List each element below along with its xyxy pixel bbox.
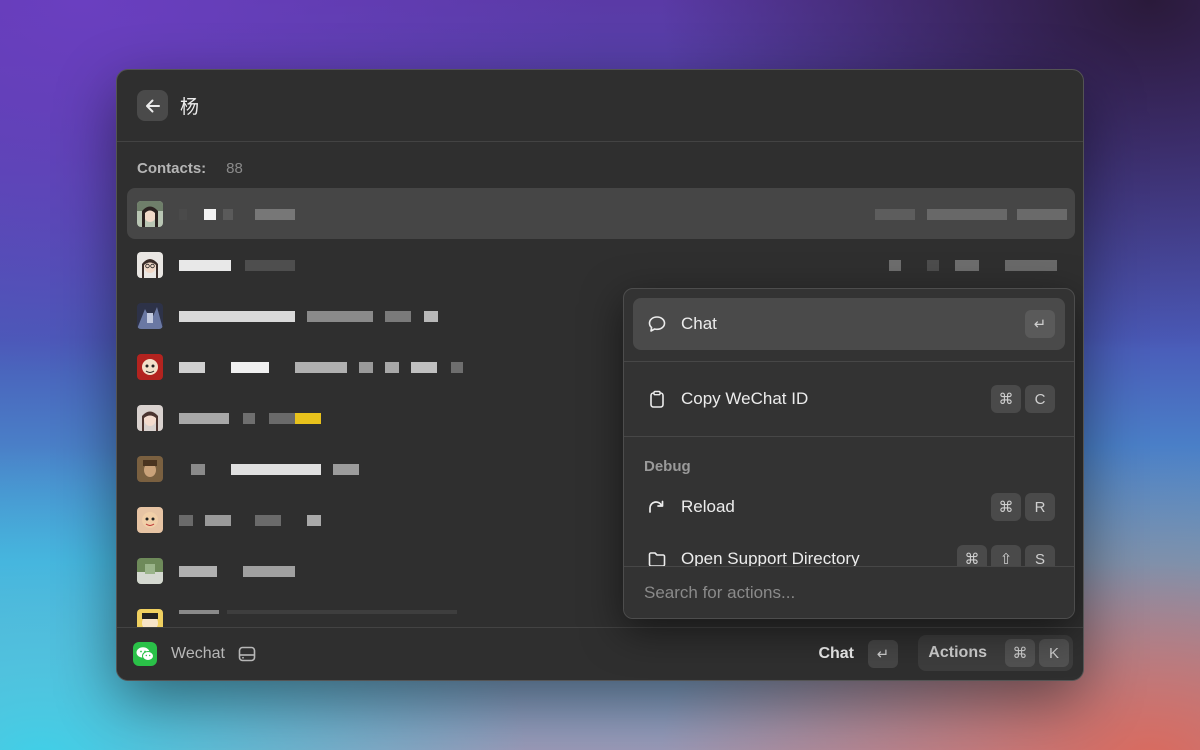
search-query[interactable]: 杨 xyxy=(180,92,199,119)
pixelated-name xyxy=(179,260,231,271)
shortcut-keys: ↵ xyxy=(1025,310,1055,338)
avatar xyxy=(137,455,163,482)
avatar xyxy=(137,251,163,278)
return-key-badge: ↵ xyxy=(868,640,898,668)
pixelated-name xyxy=(204,209,216,220)
pixelated-name xyxy=(179,362,205,373)
shortcut-keys: ⌘ R xyxy=(991,493,1055,521)
action-panel: Chat ↵ Copy WeChat ID ⌘ C Debug Reload ⌘… xyxy=(623,288,1075,619)
arrow-left-icon xyxy=(145,99,160,112)
action-reload[interactable]: Reload ⌘ R xyxy=(633,481,1065,533)
pixelated-name xyxy=(179,311,295,322)
contacts-count: 88 xyxy=(226,159,243,177)
return-key-badge: ↵ xyxy=(1025,310,1055,338)
pixelated-name xyxy=(179,413,229,424)
pixelated-subtitle xyxy=(889,260,901,271)
command-key-badge: ⌘ xyxy=(991,385,1021,413)
pixelated-name xyxy=(269,413,295,424)
action-search-bar xyxy=(624,566,1074,618)
extension-window: 杨 Contacts: 88 Wechat Chat ↵ Actions ⌘ K… xyxy=(116,69,1084,681)
search-header: 杨 xyxy=(117,70,1083,142)
pixelated-name xyxy=(451,362,463,373)
command-key-badge: ⌘ xyxy=(991,493,1021,521)
pixelated-name xyxy=(255,515,281,526)
pixelated-subtitle xyxy=(927,260,939,271)
pixelated-name xyxy=(179,566,217,577)
shortcut-keys: ⌘ ⇧ S xyxy=(957,545,1055,568)
action-list: Chat ↵ Copy WeChat ID ⌘ C Debug Reload ⌘… xyxy=(624,289,1074,568)
action-open-support-directory[interactable]: Open Support Directory ⌘ ⇧ S xyxy=(633,533,1065,568)
pixelated-name xyxy=(179,610,219,614)
pixelated-name xyxy=(243,413,255,424)
pixelated-subtitle xyxy=(875,209,915,220)
r-key-badge: R xyxy=(1025,493,1055,521)
contact-row[interactable] xyxy=(127,239,1075,290)
clipboard-icon xyxy=(647,389,667,409)
action-bar: Wechat Chat ↵ Actions ⌘ K xyxy=(117,627,1083,680)
shift-key-badge: ⇧ xyxy=(991,545,1021,568)
shortcut-keys: ⌘ C xyxy=(991,385,1055,413)
action-search-input[interactable] xyxy=(644,582,1044,603)
pixelated-name xyxy=(179,209,187,220)
pixelated-name xyxy=(411,362,437,373)
pixelated-name xyxy=(245,260,295,271)
action-label: Chat xyxy=(681,314,717,333)
pixelated-name xyxy=(243,566,295,577)
primary-action-button[interactable]: Chat ↵ xyxy=(818,637,898,671)
pixelated-name xyxy=(385,311,411,322)
pixelated-name xyxy=(385,362,399,373)
pixelated-name xyxy=(359,362,373,373)
actions-label: Actions xyxy=(928,644,987,661)
hard-drive-icon xyxy=(237,644,257,664)
pixelated-subtitle xyxy=(1017,209,1067,220)
contact-row[interactable] xyxy=(127,188,1075,239)
action-label: Copy WeChat ID xyxy=(681,389,809,408)
pixelated-name xyxy=(223,209,233,220)
pixelated-name xyxy=(333,464,359,475)
pixelated-name xyxy=(295,413,321,424)
avatar xyxy=(137,608,163,628)
command-key-badge: ⌘ xyxy=(1005,639,1035,667)
pixelated-name xyxy=(307,311,373,322)
k-key-badge: K xyxy=(1039,639,1069,667)
action-copy-wechat-id[interactable]: Copy WeChat ID ⌘ C xyxy=(633,373,1065,425)
pixelated-subtitle xyxy=(927,209,1007,220)
action-chat[interactable]: Chat ↵ xyxy=(633,298,1065,350)
pixelated-name xyxy=(231,464,321,475)
reload-icon xyxy=(647,497,667,517)
pixelated-name xyxy=(191,464,205,475)
s-key-badge: S xyxy=(1025,545,1055,568)
speech-bubble-icon xyxy=(647,314,667,334)
primary-action-label: Chat xyxy=(818,645,854,662)
pixelated-name xyxy=(227,610,457,614)
pixelated-subtitle xyxy=(1005,260,1057,271)
wechat-icon xyxy=(133,642,157,666)
pixelated-name xyxy=(205,515,231,526)
pixelated-name xyxy=(307,515,321,526)
actions-button[interactable]: Actions ⌘ K xyxy=(918,635,1073,671)
pixelated-name xyxy=(295,362,347,373)
avatar xyxy=(137,302,163,329)
pixelated-subtitle xyxy=(955,260,979,271)
pixelated-name xyxy=(255,209,295,220)
c-key-badge: C xyxy=(1025,385,1055,413)
contacts-label: Contacts: xyxy=(137,159,207,177)
avatar xyxy=(137,353,163,380)
command-key-badge: ⌘ xyxy=(957,545,987,568)
debug-section-title: Debug xyxy=(644,458,691,475)
back-button[interactable] xyxy=(137,90,168,121)
app-name: Wechat xyxy=(171,645,225,662)
contacts-section-header: Contacts: 88 xyxy=(117,142,1083,194)
avatar xyxy=(137,557,163,584)
avatar xyxy=(137,404,163,431)
action-label: Reload xyxy=(681,497,735,516)
pixelated-name xyxy=(231,362,269,373)
pixelated-name xyxy=(424,311,438,322)
pixelated-name xyxy=(179,515,193,526)
avatar xyxy=(137,506,163,533)
avatar xyxy=(137,200,163,227)
